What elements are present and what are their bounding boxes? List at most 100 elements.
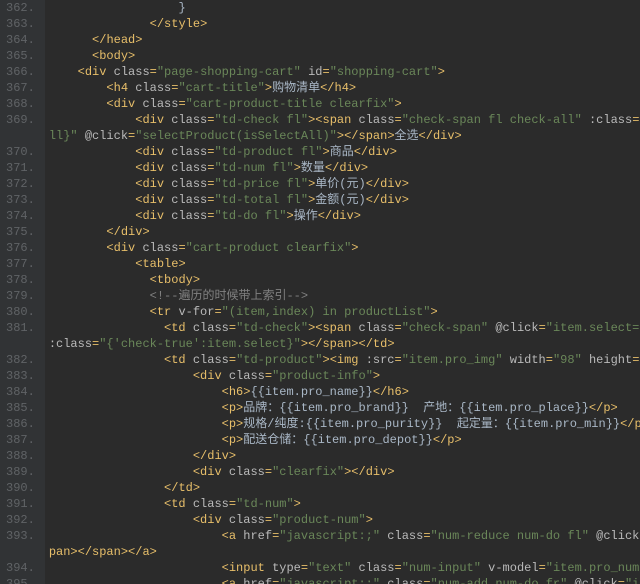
code-line[interactable]: </head> [49, 32, 640, 48]
code-line[interactable]: <div class="td-price fl">单价(元)</div> [49, 176, 640, 192]
code-line[interactable]: <td class="td-num"> [49, 496, 640, 512]
token-tag: </ [366, 193, 380, 207]
token-attr: @click [596, 529, 639, 543]
token-tag: = [229, 321, 236, 335]
code-line[interactable]: <div class="page-shopping-cart" id="shop… [49, 64, 640, 80]
code-line[interactable]: <input type="text" class="num-input" v-m… [49, 560, 640, 576]
token-val: "td-total fl" [214, 193, 308, 207]
token-tag: = [265, 465, 272, 479]
code-line[interactable]: :class="{'check-true':item.select}"></sp… [49, 336, 640, 352]
token-attr: v-model [488, 561, 538, 575]
code-line[interactable]: <div class="td-do fl">操作</div> [49, 208, 640, 224]
code-line[interactable]: <p>配送仓储：{{item.pro_depot}}</p> [49, 432, 640, 448]
code-line[interactable]: </div> [49, 224, 640, 240]
token-tag: h6 [229, 385, 243, 399]
token-tag: </ [128, 545, 142, 559]
token-val: "{'check-true':item.select}" [99, 337, 301, 351]
code-line[interactable]: <!--遍历的时候带上索引--> [49, 288, 640, 304]
code-line[interactable]: <tr v-for="(item,index) in productList"> [49, 304, 640, 320]
line-number [6, 544, 35, 560]
token-tag: = [265, 369, 272, 383]
code-line[interactable]: <tbody> [49, 272, 640, 288]
token-tag: > [395, 97, 402, 111]
token-txt [49, 65, 78, 79]
token-attr: class [171, 177, 207, 191]
code-area[interactable]: } </style> </head> <body> <div class="pa… [45, 0, 640, 584]
token-tag: > [301, 337, 308, 351]
token-tag: </ [373, 385, 387, 399]
code-line[interactable]: <h4 class="cart-title">购物清单</h4> [49, 80, 640, 96]
line-number: 364. [6, 32, 35, 48]
code-line[interactable]: <div class="td-product fl">商品</div> [49, 144, 640, 160]
token-tag: div [142, 177, 171, 191]
token-txt [49, 225, 107, 239]
code-line[interactable]: <div class="cart-product clearfix"> [49, 240, 640, 256]
token-tag: td [171, 321, 193, 335]
code-line[interactable]: <p>品牌：{{item.pro_brand}} 产地：{{item.pro_p… [49, 400, 640, 416]
code-line[interactable]: <td class="td-check"><span class="check-… [49, 320, 640, 336]
line-number: 374. [6, 208, 35, 224]
token-attr: :class [589, 113, 632, 127]
code-line[interactable]: <div class="product-info"> [49, 368, 640, 384]
token-tag: tr [157, 305, 179, 319]
code-line[interactable]: </td> [49, 480, 640, 496]
code-line[interactable]: <a href="javascript:;" class="num-reduce… [49, 528, 640, 544]
token-attr: class [114, 65, 150, 79]
code-line[interactable]: <p>规格/纯度:{{item.pro_purity}} 起定量：{{item.… [49, 416, 640, 432]
code-line[interactable]: <div class="td-num fl">数量</div> [49, 160, 640, 176]
code-line[interactable]: <div class="td-check fl"><span class="ch… [49, 112, 640, 128]
line-number: 394. [6, 560, 35, 576]
token-tag: > [455, 129, 462, 143]
token-tag: div [380, 177, 402, 191]
token-tag: = [395, 321, 402, 335]
code-line[interactable]: </style> [49, 16, 640, 32]
code-line[interactable]: <div class="clearfix"></div> [49, 464, 640, 480]
code-line[interactable]: <table> [49, 256, 640, 272]
token-txt [49, 1, 179, 15]
token-tag: < [222, 529, 229, 543]
code-line[interactable]: </div> [49, 448, 640, 464]
code-line[interactable]: pan></span></a> [49, 544, 640, 560]
token-tag: span [359, 129, 388, 143]
token-tag: > [193, 273, 200, 287]
code-line[interactable]: <div class="product-num"> [49, 512, 640, 528]
code-line[interactable]: <body> [49, 48, 640, 64]
code-line[interactable]: } [49, 0, 640, 16]
line-number: 387. [6, 432, 35, 448]
code-line[interactable]: <div class="td-total fl">金额(元)</div> [49, 192, 640, 208]
token-tag: = [423, 577, 430, 584]
token-attr: class [142, 241, 178, 255]
line-number: 369. [6, 112, 35, 128]
token-attr: class [359, 321, 395, 335]
code-editor[interactable]: 362.363.364.365.366.367.368.369.370.371.… [0, 0, 640, 584]
line-number: 382. [6, 352, 35, 368]
token-val: "td-num" [236, 497, 294, 511]
token-txt [582, 113, 589, 127]
token-tag: = [539, 561, 546, 575]
token-tag: p [229, 433, 236, 447]
token-txt [49, 433, 222, 447]
code-line[interactable]: ll}" @click="selectProduct(isSelectAll)"… [49, 128, 640, 144]
token-tag: div [142, 161, 171, 175]
line-number: 393. [6, 528, 35, 544]
token-tag: body [99, 49, 128, 63]
token-val: ll}" [49, 129, 78, 143]
code-line[interactable]: <h6>{{item.pro_name}}</h6> [49, 384, 640, 400]
token-tag: = [229, 353, 236, 367]
code-line[interactable]: <a href="javascript:;" class="num-add nu… [49, 576, 640, 584]
code-line[interactable]: <div class="cart-product-title clearfix"… [49, 96, 640, 112]
token-tag: > [361, 161, 368, 175]
token-tag: </ [308, 337, 322, 351]
token-tag: = [150, 65, 157, 79]
code-line[interactable]: <td class="td-product"><img :src="item.p… [49, 352, 640, 368]
token-tag: > [366, 513, 373, 527]
token-tag: < [222, 401, 229, 415]
token-val: "(item,index) in productList" [222, 305, 431, 319]
token-txt [49, 497, 164, 511]
token-tag: </ [78, 545, 92, 559]
token-tag: = [178, 97, 185, 111]
line-number: 375. [6, 224, 35, 240]
token-tag: = [214, 305, 221, 319]
token-tag: div [332, 209, 354, 223]
line-number: 390. [6, 480, 35, 496]
